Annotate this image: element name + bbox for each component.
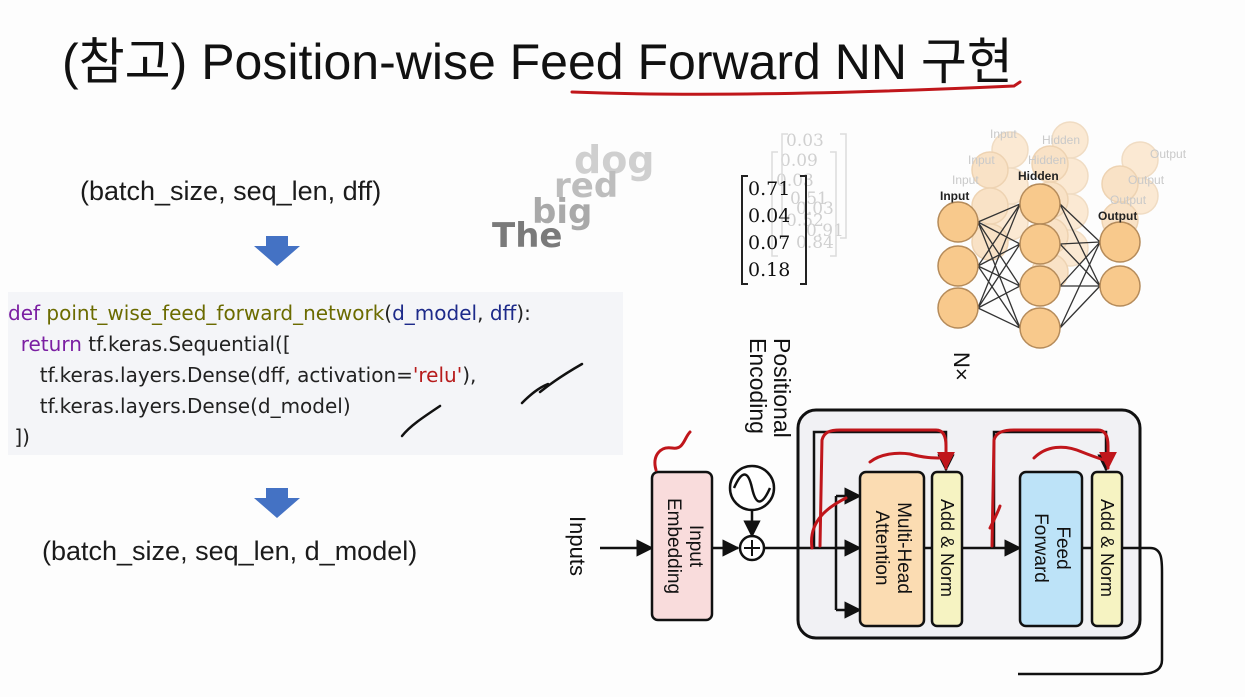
nx-label: N×	[949, 352, 974, 381]
slide: (참고) Position-wise Feed Forward NN 구현 (b…	[0, 0, 1245, 697]
inputs-label: Inputs	[565, 516, 590, 576]
transformer-encoder-diagram: Inputs InputEmbedding PositionalEncoding	[565, 338, 1164, 676]
encoder-block	[796, 408, 1142, 640]
positional-encoding-label: PositionalEncoding	[745, 338, 795, 438]
add-norm-label: Add & Norm	[1097, 499, 1117, 597]
add-norm-label: Add & Norm	[937, 499, 957, 597]
multi-head-attention-label: Multi-HeadAttention	[871, 502, 914, 594]
